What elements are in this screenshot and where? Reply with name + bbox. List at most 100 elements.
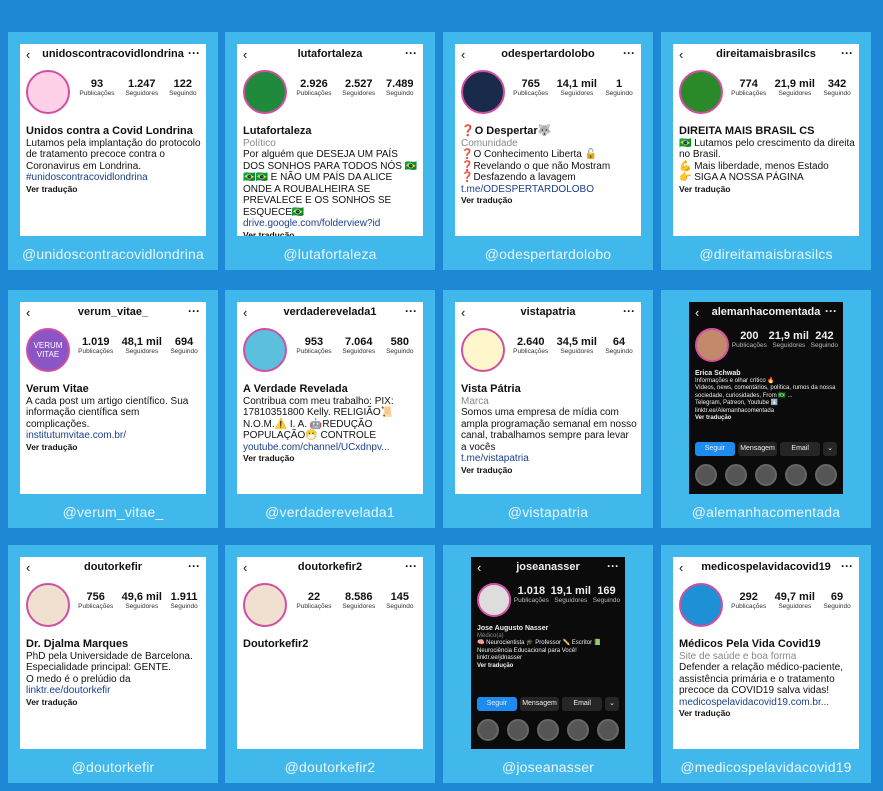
stat-following[interactable]: 169 Seguindo: [593, 585, 620, 604]
stat-followers[interactable]: 8.586 Seguidores: [342, 591, 375, 610]
profile-link[interactable]: linktr.ee/doutorkefir: [26, 685, 202, 697]
stat-posts[interactable]: 22 Publicações: [296, 591, 331, 610]
stat-followers[interactable]: 49,6 mil Seguidores: [122, 591, 162, 610]
story-highlight[interactable]: [507, 719, 529, 741]
stat-posts[interactable]: 756 Publicações: [78, 591, 113, 610]
back-arrow-icon[interactable]: ‹: [679, 560, 683, 575]
profile-link[interactable]: drive.google.com/folderview?id: [243, 218, 419, 230]
dropdown-button[interactable]: ⌄: [605, 697, 620, 711]
stat-following[interactable]: 342 Seguindo: [823, 78, 850, 97]
profile-avatar[interactable]: [243, 328, 287, 372]
follow-button[interactable]: Seguir: [477, 697, 517, 711]
profile-screenshot[interactable]: ‹ doutorkefir2 ··· 22 Publicações 8.586 Seguid…: [237, 557, 423, 749]
stat-followers[interactable]: 2.527 Seguidores: [342, 78, 375, 97]
stat-posts[interactable]: 1.018 Publicações: [514, 585, 549, 604]
more-options-icon[interactable]: ···: [623, 46, 635, 60]
stat-following[interactable]: 64 Seguindo: [605, 336, 632, 355]
more-options-icon[interactable]: ···: [405, 559, 417, 573]
profile-link[interactable]: institutumvitae.com.br/: [26, 430, 202, 442]
profile-avatar[interactable]: [26, 583, 70, 627]
profile-avatar[interactable]: [243, 70, 287, 114]
back-arrow-icon[interactable]: ‹: [243, 305, 247, 320]
stat-following[interactable]: 69 Seguindo: [823, 591, 850, 610]
more-options-icon[interactable]: ···: [188, 46, 200, 60]
stat-following[interactable]: 580 Seguindo: [386, 336, 413, 355]
profile-avatar[interactable]: VERUM VITAE: [26, 328, 70, 372]
profile-screenshot[interactable]: ‹ alemanhacomentada ··· 200 Publicações 21,9 …: [689, 302, 843, 494]
profile-screenshot[interactable]: ‹ lutafortaleza ··· 2.926 Publicações 2.527 Se…: [237, 44, 423, 236]
more-options-icon[interactable]: ···: [607, 559, 619, 573]
back-arrow-icon[interactable]: ‹: [26, 560, 30, 575]
stat-followers[interactable]: 7.064 Seguidores: [342, 336, 375, 355]
back-arrow-icon[interactable]: ‹: [695, 305, 699, 320]
follow-button[interactable]: Seguir: [695, 442, 735, 456]
more-options-icon[interactable]: ···: [825, 304, 837, 318]
message-button[interactable]: Mensagem: [737, 442, 778, 456]
see-translation-link[interactable]: Ver tradução: [461, 195, 637, 207]
profile-screenshot[interactable]: ‹ verdaderevelada1 ··· 953 Publicações 7.064 S…: [237, 302, 423, 494]
story-highlight[interactable]: [477, 719, 499, 741]
stat-followers[interactable]: 34,5 mil Seguidores: [557, 336, 597, 355]
see-translation-link[interactable]: Ver tradução: [26, 184, 202, 196]
see-translation-link[interactable]: Ver tradução: [695, 415, 839, 423]
more-options-icon[interactable]: ···: [188, 304, 200, 318]
stat-posts[interactable]: 774 Publicações: [731, 78, 766, 97]
profile-link[interactable]: #unidoscontracovidlondrina: [26, 172, 202, 184]
stat-following[interactable]: 7.489 Seguindo: [386, 78, 414, 97]
profile-avatar[interactable]: [461, 70, 505, 114]
stat-posts[interactable]: 200 Publicações: [732, 330, 767, 349]
back-arrow-icon[interactable]: ‹: [243, 47, 247, 62]
stat-followers[interactable]: 21,9 mil Seguidores: [769, 330, 809, 349]
story-highlight[interactable]: [537, 719, 559, 741]
see-translation-link[interactable]: Ver tradução: [26, 697, 202, 709]
stat-posts[interactable]: 765 Publicações: [513, 78, 548, 97]
message-button[interactable]: Mensagem: [519, 697, 560, 711]
back-arrow-icon[interactable]: ‹: [26, 305, 30, 320]
story-highlight[interactable]: [785, 464, 807, 486]
stat-posts[interactable]: 953 Publicações: [296, 336, 331, 355]
profile-screenshot[interactable]: ‹ vistapatria ··· 2.640 Publicações 34,5 mil S…: [455, 302, 641, 494]
profile-avatar[interactable]: [695, 328, 729, 362]
story-highlight[interactable]: [755, 464, 777, 486]
stat-posts[interactable]: 93 Publicações: [79, 78, 114, 97]
profile-link[interactable]: medicospelavidacovid19.com.br...: [679, 697, 855, 709]
story-highlight[interactable]: [597, 719, 619, 741]
profile-avatar[interactable]: [461, 328, 505, 372]
profile-screenshot[interactable]: ‹ verum_vitae_ ··· VERUM VITAE 1.019 Publicaç…: [20, 302, 206, 494]
profile-avatar[interactable]: [477, 583, 511, 617]
stat-following[interactable]: 145 Seguindo: [386, 591, 413, 610]
more-options-icon[interactable]: ···: [841, 559, 853, 573]
profile-screenshot[interactable]: ‹ direitamaisbrasilcs ··· 774 Publicações 21,…: [673, 44, 859, 236]
see-translation-link[interactable]: Ver tradução: [243, 230, 419, 237]
stat-followers[interactable]: 14,1 mil Seguidores: [557, 78, 597, 97]
profile-link[interactable]: youtube.com/channel/UCxdnpv...: [243, 442, 419, 454]
more-options-icon[interactable]: ···: [405, 46, 417, 60]
profile-link[interactable]: t.me/ODESPERTARDOLOBO: [461, 184, 637, 196]
stat-followers[interactable]: 1.247 Seguidores: [125, 78, 158, 97]
profile-screenshot[interactable]: ‹ joseanasser ··· 1.018 Publicações 19,1 mil S…: [471, 557, 625, 749]
stat-following[interactable]: 694 Seguindo: [170, 336, 197, 355]
stat-posts[interactable]: 1.019 Publicações: [78, 336, 113, 355]
more-options-icon[interactable]: ···: [623, 304, 635, 318]
back-arrow-icon[interactable]: ‹: [243, 560, 247, 575]
profile-screenshot[interactable]: ‹ doutorkefir ··· 756 Publicações 49,6 mil Seg…: [20, 557, 206, 749]
stat-posts[interactable]: 292 Publicações: [731, 591, 766, 610]
dropdown-button[interactable]: ⌄: [823, 442, 838, 456]
more-options-icon[interactable]: ···: [188, 559, 200, 573]
profile-screenshot[interactable]: ‹ unidoscontracovidlondrina ··· 93 Publicaçõ…: [20, 44, 206, 236]
stat-followers[interactable]: 19,1 mil Seguidores: [551, 585, 591, 604]
see-translation-link[interactable]: Ver tradução: [477, 663, 621, 671]
back-arrow-icon[interactable]: ‹: [26, 47, 30, 62]
more-options-icon[interactable]: ···: [841, 46, 853, 60]
see-translation-link[interactable]: Ver tradução: [679, 708, 855, 720]
stat-posts[interactable]: 2.640 Publicações: [513, 336, 548, 355]
story-highlight[interactable]: [725, 464, 747, 486]
stat-posts[interactable]: 2.926 Publicações: [296, 78, 331, 97]
profile-screenshot[interactable]: ‹ odespertardolobo ··· 765 Publicações 14,1 m…: [455, 44, 641, 236]
stat-following[interactable]: 1.911 Seguindo: [170, 591, 197, 610]
see-translation-link[interactable]: Ver tradução: [26, 442, 202, 454]
stat-followers[interactable]: 49,7 mil Seguidores: [775, 591, 815, 610]
back-arrow-icon[interactable]: ‹: [679, 47, 683, 62]
back-arrow-icon[interactable]: ‹: [461, 47, 465, 62]
see-translation-link[interactable]: Ver tradução: [461, 465, 637, 477]
